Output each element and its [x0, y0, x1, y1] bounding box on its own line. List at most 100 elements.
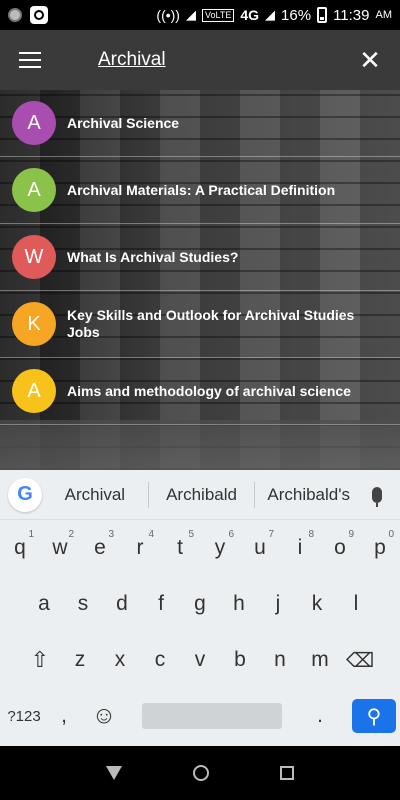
- key-p[interactable]: p0: [360, 523, 400, 573]
- comma-key[interactable]: ,: [44, 691, 84, 741]
- space-key[interactable]: [142, 703, 282, 729]
- result-item[interactable]: W What Is Archival Studies?: [0, 224, 400, 291]
- key-t[interactable]: t5: [160, 523, 200, 573]
- key-k[interactable]: k: [298, 579, 337, 629]
- search-key[interactable]: ⚲: [352, 699, 396, 733]
- recents-button-icon[interactable]: [280, 766, 295, 780]
- key-letter: e: [94, 536, 106, 559]
- key-l[interactable]: l: [337, 579, 376, 629]
- key-b[interactable]: b: [220, 635, 260, 685]
- key-x[interactable]: x: [100, 635, 140, 685]
- key-letter: q: [14, 536, 26, 559]
- menu-button[interactable]: [0, 30, 60, 90]
- key-j[interactable]: j: [259, 579, 298, 629]
- shift-key[interactable]: ⇧: [20, 635, 60, 685]
- battery-percent: 16%: [281, 6, 312, 24]
- home-button-icon[interactable]: [192, 765, 209, 781]
- key-row-4: ?123 , ☺ . ⚲: [0, 688, 400, 744]
- key-e[interactable]: e3: [80, 523, 120, 573]
- microphone-button[interactable]: [362, 486, 392, 507]
- result-item[interactable]: A Archival Science: [0, 90, 400, 157]
- key-number-hint: 2: [68, 529, 74, 540]
- key-i[interactable]: i8: [280, 523, 320, 573]
- key-r[interactable]: r4: [120, 523, 160, 573]
- result-avatar: A: [12, 101, 56, 145]
- google-icon[interactable]: G: [8, 477, 42, 512]
- key-y[interactable]: y6: [200, 523, 240, 573]
- key-m[interactable]: m: [300, 635, 340, 685]
- clock-time: 11:39: [333, 6, 370, 24]
- key-letter: i: [297, 536, 303, 559]
- period-key[interactable]: .: [300, 691, 340, 741]
- notification-dot-icon: [8, 8, 22, 22]
- suggestion-3[interactable]: Archibald's: [255, 485, 362, 505]
- key-d[interactable]: d: [103, 579, 142, 629]
- search-results-panel: A Archival Science A Archival Materials: A …: [0, 90, 400, 470]
- symbols-key[interactable]: ?123: [4, 691, 44, 741]
- soft-keyboard: G Archival Archibald Archibald's q1w2e3r…: [0, 470, 400, 746]
- key-z[interactable]: z: [60, 635, 100, 685]
- key-number-hint: 3: [108, 529, 114, 540]
- key-q[interactable]: q1: [0, 523, 40, 573]
- backspace-key[interactable]: ⌫: [340, 635, 380, 685]
- key-letter: y: [214, 536, 226, 559]
- signal-icon-2: ◢: [265, 7, 276, 22]
- status-right: ((•)) ◢ VoLTE 4G ◢ 16% 11:39 AM: [156, 7, 392, 24]
- hotspot-icon: ((•)): [156, 7, 180, 23]
- result-avatar: K: [12, 302, 56, 346]
- key-f[interactable]: f: [142, 579, 181, 629]
- key-letter: o: [334, 536, 346, 559]
- key-number-hint: 4: [148, 529, 154, 540]
- microphone-icon: [372, 486, 382, 507]
- key-number-hint: 8: [308, 529, 314, 540]
- result-avatar: A: [12, 168, 56, 212]
- signal-icon: ◢: [185, 7, 196, 22]
- result-title: Key Skills and Outlook for Archival Stud…: [67, 307, 355, 340]
- suggestion-2[interactable]: Archibald: [149, 485, 255, 505]
- search-toolbar: Archival ✕: [0, 30, 400, 90]
- key-g[interactable]: g: [181, 579, 220, 629]
- key-number-hint: 6: [228, 529, 234, 540]
- close-icon: ✕: [359, 44, 381, 75]
- key-w[interactable]: w2: [40, 523, 80, 573]
- key-row-3: ⇧ zxcvbnm ⌫: [0, 632, 400, 688]
- status-bar: ((•)) ◢ VoLTE 4G ◢ 16% 11:39 AM: [0, 0, 400, 30]
- result-item[interactable]: A Archival Materials: A Practical Definit…: [0, 157, 400, 224]
- key-letter: u: [254, 536, 266, 559]
- volte-badge: VoLTE: [201, 8, 235, 22]
- emoji-key[interactable]: ☺: [84, 691, 124, 741]
- key-a[interactable]: a: [25, 579, 64, 629]
- key-row-1: q1w2e3r4t5y6u7i8o9p0: [0, 520, 400, 576]
- key-row-2: asdfghjkl: [0, 576, 400, 632]
- key-number-hint: 5: [188, 529, 194, 540]
- key-o[interactable]: o9: [320, 523, 360, 573]
- suggestion-1[interactable]: Archival: [42, 485, 148, 505]
- search-icon: ⚲: [366, 705, 382, 728]
- result-item[interactable]: A Aims and methodology of archival scienc…: [0, 358, 400, 425]
- row-3-letters: zxcvbnm: [60, 635, 340, 685]
- key-number-hint: 7: [268, 529, 274, 540]
- key-h[interactable]: h: [220, 579, 259, 629]
- result-title: Archival Materials: A Practical Definiti…: [67, 181, 336, 198]
- result-title: What Is Archival Studies?: [67, 248, 239, 265]
- key-n[interactable]: n: [260, 635, 300, 685]
- navigation-bar: [0, 746, 400, 800]
- suggestion-strip: G Archival Archibald Archibald's: [0, 470, 400, 520]
- battery-icon: [317, 7, 328, 23]
- results-list: A Archival Science A Archival Materials: A …: [0, 90, 400, 425]
- result-item[interactable]: K Key Skills and Outlook for Archival Stu…: [0, 291, 400, 358]
- result-avatar: W: [12, 235, 56, 279]
- result-title: Aims and methodology of archival science: [67, 382, 351, 399]
- key-letter: t: [177, 536, 183, 559]
- hamburger-icon: [19, 52, 41, 68]
- result-title: Archival Science: [67, 114, 180, 131]
- key-letter: r: [136, 536, 144, 559]
- search-input[interactable]: Archival: [98, 49, 166, 71]
- close-search-button[interactable]: ✕: [340, 30, 400, 90]
- key-c[interactable]: c: [140, 635, 180, 685]
- key-v[interactable]: v: [180, 635, 220, 685]
- key-letter: p: [374, 536, 386, 559]
- key-u[interactable]: u7: [240, 523, 280, 573]
- back-button-icon[interactable]: [105, 766, 122, 780]
- key-s[interactable]: s: [64, 579, 103, 629]
